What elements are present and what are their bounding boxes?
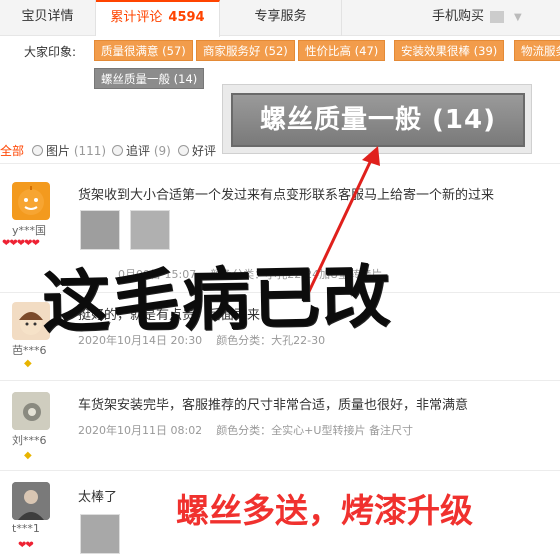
filter-followup-label: 追评 — [126, 144, 151, 158]
username: 芭***6 — [12, 344, 47, 357]
review-meta: 2020年10月11日 08:02 颜色分类：全实心+U型转接片 备注尺寸 — [78, 422, 413, 438]
zoom-callout: 螺丝质量一般 (14) — [222, 84, 532, 154]
user-level-badges: ❤❤ — [18, 540, 34, 551]
avatar[interactable] — [12, 392, 50, 430]
review-date: 2020年10月11日 08:02 — [78, 424, 203, 437]
impression-tag[interactable]: 物流服务 — [514, 40, 560, 61]
impression-tag[interactable]: 商家服务好 (52) — [196, 40, 295, 61]
tab-exclusive-service[interactable]: 专享服务 — [220, 0, 342, 36]
review-text: 太棒了 — [78, 490, 118, 505]
divider — [0, 380, 560, 381]
filter-all[interactable]: 全部 — [0, 142, 24, 159]
tab-reviews[interactable]: 累计评论 4594 — [96, 0, 220, 37]
filter-good-label: 好评 — [192, 144, 217, 158]
filter-images[interactable]: 图片 (111) — [32, 142, 106, 159]
username: t***1 — [12, 522, 40, 535]
avatar[interactable] — [12, 182, 50, 220]
tab-reviews-label: 累计评论 — [110, 10, 163, 25]
tab-mobile-purchase[interactable]: 手机购买 ▼ — [420, 0, 560, 36]
tab-reviews-count: 4594 — [168, 10, 205, 25]
impression-tag[interactable]: 安装效果很棒 (39) — [394, 40, 505, 61]
qr-code-icon — [490, 10, 505, 23]
username: 刘***6 — [12, 434, 47, 447]
review-text: 车货架安装完毕，客服推荐的尺寸非常合适，质量也很好，非常满意 — [78, 398, 469, 413]
filter-followup[interactable]: 追评 (9) — [112, 142, 171, 159]
tab-bar: 宝贝详情 累计评论 4594 专享服务 手机购买 ▼ — [0, 0, 560, 37]
divider — [0, 470, 560, 471]
user-avatar-image — [12, 392, 50, 430]
overlay-red-text: 螺丝多送，烤漆升级 — [176, 491, 473, 530]
filter-images-count: (111) — [73, 144, 107, 158]
diamond-icon: ◆ — [24, 450, 32, 461]
zoom-callout-tag: 螺丝质量一般 (14) — [231, 93, 525, 147]
tab-product-detail[interactable]: 宝贝详情 — [0, 0, 96, 36]
user-avatar-image — [18, 186, 44, 215]
review-photo[interactable] — [80, 514, 120, 554]
radio-icon — [112, 145, 123, 156]
user-avatar-image — [12, 482, 50, 520]
avatar[interactable] — [12, 482, 50, 520]
impression-tag[interactable]: 质量很满意 (57) — [94, 40, 193, 61]
filter-images-label: 图片 — [46, 144, 71, 158]
radio-icon — [32, 145, 43, 156]
username: y***国 — [12, 224, 47, 237]
review-photo[interactable] — [80, 210, 120, 250]
impressions-label: 大家印象: — [24, 45, 77, 59]
filter-followup-count: (9) — [153, 144, 171, 158]
tab-mobile-label: 手机购买 — [432, 9, 485, 24]
overlay-ink-text: 这毛病已改 — [41, 256, 393, 344]
diamond-icon: ◆ — [24, 358, 32, 369]
user-level-badges: ❤❤❤❤❤ — [2, 238, 40, 249]
review-spec: 颜色分类：全实心+U型转接片 备注尺寸 — [216, 424, 413, 437]
impression-tag[interactable]: 性价比高 (47) — [298, 40, 386, 61]
radio-icon — [178, 145, 189, 156]
impression-tag-negative[interactable]: 螺丝质量一般 (14) — [94, 68, 205, 89]
chevron-down-icon: ▼ — [514, 12, 522, 23]
review-text: 货架收到大小合适第一个发过来有点变形联系客服马上给寄一个新的过来 — [78, 188, 495, 203]
filter-good[interactable]: 好评 — [178, 142, 216, 159]
